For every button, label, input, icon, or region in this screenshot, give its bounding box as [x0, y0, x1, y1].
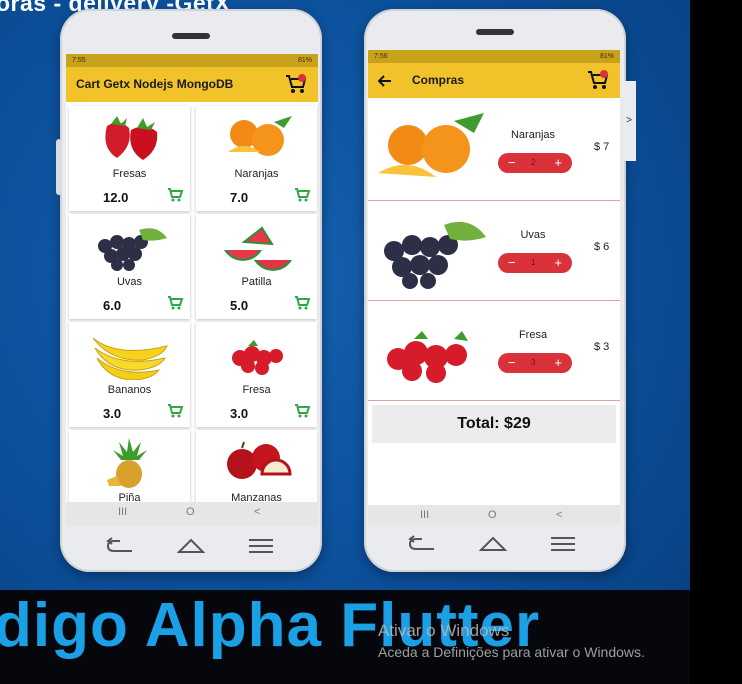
battery-level: 81% [599, 53, 614, 60]
decrease-button[interactable]: − [508, 353, 516, 373]
add-to-cart-icon[interactable] [167, 296, 183, 310]
product-card[interactable]: Naranjas 7.0 [196, 106, 317, 211]
product-name: Bananos [107, 384, 152, 396]
banana-image [92, 337, 168, 380]
product-price: 3.0 [103, 406, 122, 421]
cart-icon[interactable] [285, 74, 307, 94]
status-time: 7:56 [374, 53, 388, 60]
product-price: 5.0 [230, 298, 249, 313]
watermelon-image [224, 226, 292, 271]
product-price: 3.0 [230, 406, 249, 421]
windows-activation-watermark: Ativar o Windows Aceda a Definições para… [378, 621, 645, 660]
cart-item-name: Uvas [520, 229, 546, 241]
phone-speaker [172, 33, 210, 39]
recents-button[interactable]: III [420, 509, 429, 521]
back-button[interactable]: < [254, 506, 260, 518]
product-price: 7.0 [230, 190, 249, 205]
android-nav-bar: III O < [66, 502, 318, 526]
cart-item: Fresa − 3 + $ 3 [368, 301, 620, 401]
app-title: Cart Getx Nodejs MongoDB [76, 77, 234, 91]
cart-item-cost: $ 7 [594, 141, 610, 153]
battery-level: 81% [297, 57, 312, 64]
orange-image [378, 113, 484, 177]
home-gesture-icon[interactable] [177, 536, 205, 554]
grapes-image [98, 228, 167, 271]
strawberry-image [232, 340, 283, 375]
status-bar: 7:56 81% [368, 50, 620, 63]
add-to-cart-icon[interactable] [294, 296, 310, 310]
back-arrow-icon[interactable] [378, 75, 392, 87]
product-price: 6.0 [103, 298, 122, 313]
product-name: Fresa [242, 384, 271, 396]
quantity-value: 2 [531, 158, 536, 167]
quantity-stepper: − 1 + [498, 253, 572, 273]
cart-item-cost: $ 6 [594, 241, 610, 253]
app-bar: Compras [368, 63, 620, 98]
cart-item-name: Fresa [518, 329, 548, 341]
phone-product-list: 7:55 81% Cart Getx Nodejs MongoDB Fresas [56, 9, 322, 572]
increase-button[interactable]: + [554, 253, 562, 273]
strawberry-image [387, 331, 468, 383]
recents-button[interactable]: III [118, 506, 127, 518]
cart-icon[interactable] [587, 70, 609, 90]
side-button [56, 139, 62, 195]
product-price: 12.0 [103, 190, 129, 205]
android-nav-bar: III O < [368, 505, 620, 524]
app-title: Compras [412, 73, 465, 87]
orange-image [228, 116, 292, 156]
screen: 7:56 81% Compras Naranjas − 2 + $ 7 Uvas… [368, 50, 620, 524]
increase-button[interactable]: + [554, 353, 562, 373]
decrease-button[interactable]: − [508, 253, 516, 273]
quantity-stepper: − 2 + [498, 153, 572, 173]
cart-item-name: Naranjas [510, 129, 556, 141]
quantity-stepper: − 3 + [498, 353, 572, 373]
back-gesture-icon[interactable] [408, 535, 436, 553]
app-bar: Cart Getx Nodejs MongoDB [66, 67, 318, 102]
product-name: Fresas [112, 168, 147, 180]
increase-button[interactable]: + [554, 153, 562, 173]
strawberry-image [105, 116, 158, 160]
back-button[interactable]: < [556, 509, 562, 521]
home-button[interactable]: O [186, 506, 195, 518]
product-card[interactable]: Fresas 12.0 [69, 106, 190, 211]
cart-item-cost: $ 3 [594, 341, 610, 353]
status-bar: 7:55 81% [66, 54, 318, 67]
quantity-value: 3 [531, 358, 536, 367]
back-gesture-icon[interactable] [106, 537, 134, 555]
grapes-image [384, 221, 486, 289]
product-name: Patilla [241, 276, 272, 288]
screen: 7:55 81% Cart Getx Nodejs MongoDB Fresas [66, 54, 318, 526]
cart-total: Total: $29 [372, 405, 616, 443]
add-to-cart-icon[interactable] [294, 188, 310, 202]
watermark-subtitle: Aceda a Definições para ativar o Windows… [378, 644, 645, 660]
menu-gesture-icon[interactable] [247, 538, 275, 554]
product-card[interactable]: Bananos 3.0 [69, 322, 190, 427]
drawer-tab[interactable]: > [622, 81, 636, 161]
cart-item: Uvas − 1 + $ 6 [368, 201, 620, 301]
quantity-value: 1 [531, 258, 536, 267]
product-card[interactable]: Patilla 5.0 [196, 214, 317, 319]
status-time: 7:55 [72, 57, 86, 64]
pineapple-image [107, 438, 147, 488]
product-name: Naranjas [234, 168, 279, 180]
phone-cart: > 7:56 81% Compras Naranjas − 2 + $ 7 Uv… [364, 9, 636, 572]
menu-gesture-icon[interactable] [549, 536, 577, 552]
cart-item: Naranjas − 2 + $ 7 [368, 101, 620, 201]
add-to-cart-icon[interactable] [167, 404, 183, 418]
add-to-cart-icon[interactable] [294, 404, 310, 418]
product-card[interactable]: Uvas 6.0 [69, 214, 190, 319]
home-gesture-icon[interactable] [479, 534, 507, 552]
watermark-title: Ativar o Windows [378, 621, 510, 640]
home-button[interactable]: O [488, 509, 497, 521]
add-to-cart-icon[interactable] [167, 188, 183, 202]
decrease-button[interactable]: − [508, 153, 516, 173]
right-border [690, 0, 742, 684]
product-card[interactable]: Fresa 3.0 [196, 322, 317, 427]
phone-speaker [476, 29, 514, 35]
apple-image [227, 441, 292, 479]
product-name: Uvas [116, 276, 143, 288]
